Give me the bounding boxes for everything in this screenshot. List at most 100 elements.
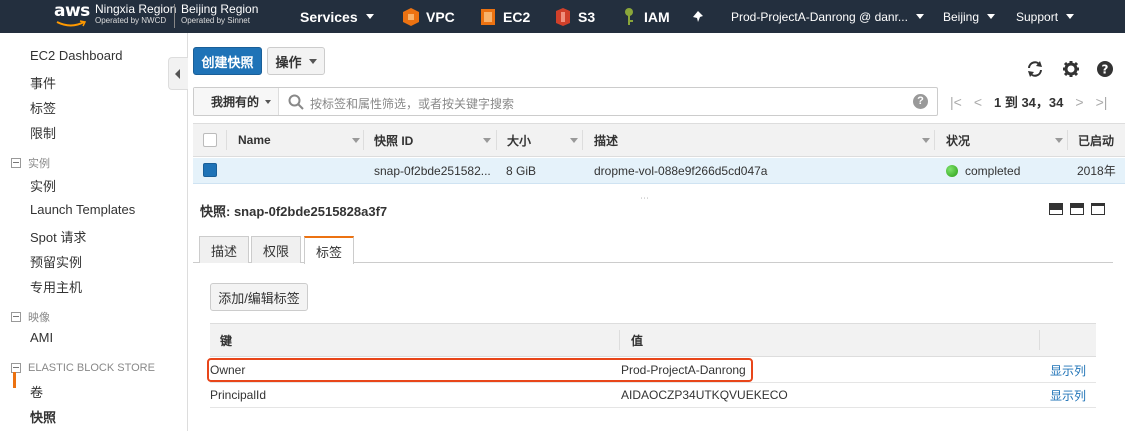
prev-page-button[interactable]: < <box>974 94 982 110</box>
column-header-status[interactable]: 状况 <box>946 124 970 156</box>
column-divider <box>496 130 497 150</box>
sidebar-item-snapshots[interactable]: 快照 <box>30 407 56 426</box>
column-divider <box>934 130 935 150</box>
sort-icon[interactable] <box>1055 138 1063 143</box>
support-menu[interactable]: Support <box>1016 0 1075 33</box>
sidebar-divider <box>187 33 188 431</box>
tab-tags[interactable]: 标签 <box>304 236 355 264</box>
sidebar-section-instances[interactable]: 实例 <box>11 155 50 171</box>
services-label: Services <box>300 8 358 25</box>
tab-permissions[interactable]: 权限 <box>251 236 302 263</box>
column-header-description[interactable]: 描述 <box>594 124 618 156</box>
layout-top-icon[interactable] <box>1091 203 1105 215</box>
select-all-checkbox[interactable] <box>203 133 217 147</box>
actions-label: 操作 <box>275 54 302 70</box>
collapse-icon <box>11 312 21 322</box>
column-divider <box>619 330 620 350</box>
column-header-value: 值 <box>631 333 644 348</box>
create-snapshot-button[interactable]: 创建快照 <box>193 47 262 75</box>
last-page-button[interactable]: >| <box>1096 94 1108 110</box>
add-edit-tags-button[interactable]: 添加/编辑标签 <box>210 283 308 311</box>
services-menu[interactable]: Services <box>300 0 374 33</box>
pin-icon <box>693 11 703 22</box>
sidebar-item-spot-requests[interactable]: Spot 请求 <box>30 227 86 246</box>
beijing-region-sub: Operated by Sinnet <box>181 16 250 25</box>
ec2-icon <box>481 8 495 25</box>
ec2-shortcut[interactable]: EC2 <box>479 0 530 33</box>
tag-value: AIDAOCZP34UTKQVUEKECO <box>621 388 788 402</box>
actions-button[interactable]: 操作 <box>267 47 325 75</box>
column-header-started[interactable]: 已启动 <box>1078 124 1114 156</box>
sidebar-item-launch-templates[interactable]: Launch Templates <box>30 202 135 217</box>
cell-started: 2018年 <box>1077 164 1116 178</box>
gear-icon[interactable] <box>1061 59 1081 79</box>
iam-shortcut[interactable]: IAM <box>620 0 670 33</box>
sidebar-item-tags[interactable]: 标签 <box>30 98 56 117</box>
account-menu[interactable]: Prod-ProjectA-Danrong @ danr... <box>731 0 924 33</box>
cell-description: dropme-vol-088e9f266d5cd047a <box>594 163 768 178</box>
ec2-label: EC2 <box>503 8 531 25</box>
panel-resize-handle[interactable]: ⋯ <box>640 193 651 204</box>
beijing-region-link[interactable]: Beijing Region Operated by Sinnet <box>181 3 258 27</box>
sidebar-item-volumes[interactable]: 卷 <box>30 382 43 401</box>
aws-logo[interactable]: aws <box>54 3 90 29</box>
ningxia-region-link[interactable]: Ningxia Region Operated by NWCD <box>95 3 176 27</box>
refresh-icon[interactable] <box>1025 59 1045 79</box>
top-navigation-bar: aws Ningxia Region Operated by NWCD Beij… <box>0 0 1125 33</box>
s3-label: S3 <box>578 8 596 25</box>
chevron-down-icon <box>915 14 924 19</box>
section-label: 映像 <box>28 312 50 324</box>
s3-icon <box>556 7 570 26</box>
sidebar: EC2 Dashboard 事件 标签 限制 实例 实例 Launch Temp… <box>0 33 166 431</box>
next-page-button[interactable]: > <box>1075 94 1083 110</box>
layout-bottom-icon[interactable] <box>1049 203 1063 215</box>
sort-icon[interactable] <box>483 138 491 143</box>
region-menu[interactable]: Beijing <box>943 0 996 33</box>
sort-icon[interactable] <box>570 138 578 143</box>
first-page-button[interactable]: |< <box>950 94 962 110</box>
help-icon[interactable]: ? <box>1095 59 1115 79</box>
sidebar-item-ec2-dashboard[interactable]: EC2 Dashboard <box>30 48 123 63</box>
sidebar-item-reserved-instances[interactable]: 预留实例 <box>30 252 82 271</box>
column-divider <box>1067 130 1068 150</box>
sidebar-section-images[interactable]: 映像 <box>11 309 50 325</box>
chevron-down-icon <box>308 58 317 64</box>
row-checkbox[interactable] <box>203 163 217 177</box>
pin-shortcuts-button[interactable] <box>692 0 705 33</box>
sort-icon[interactable] <box>352 138 360 143</box>
page-range-text: 1 到 34，34 <box>994 95 1064 110</box>
chevron-down-icon <box>265 99 272 104</box>
show-column-link[interactable]: 显示列 <box>1050 383 1086 407</box>
sidebar-item-events[interactable]: 事件 <box>30 73 56 92</box>
section-label: ELASTIC BLOCK STORE <box>28 362 155 374</box>
column-divider <box>363 130 364 150</box>
layout-split-icon[interactable] <box>1070 203 1084 215</box>
search-input[interactable]: 按标签和属性筛选，或者按关键字搜索 <box>310 95 514 112</box>
tag-key: PrincipalId <box>210 388 267 402</box>
cell-size: 8 GiB <box>506 163 537 178</box>
table-row[interactable]: snap-0f2bde251582... 8 GiB dropme-vol-08… <box>193 158 1125 184</box>
column-header-snapshot-id[interactable]: 快照 ID <box>374 124 413 156</box>
column-header-name[interactable]: Name <box>238 124 271 156</box>
owned-by-me-dropdown[interactable]: 我拥有的 <box>194 88 279 115</box>
sidebar-item-instances[interactable]: 实例 <box>30 176 56 195</box>
sidebar-section-ebs[interactable]: ELASTIC BLOCK STORE <box>11 362 155 374</box>
sidebar-collapse-button[interactable] <box>168 57 188 90</box>
detail-title: 快照: snap-0f2bde2515828a3f7 <box>200 204 388 219</box>
annotation-highlight-box <box>207 358 753 382</box>
sort-icon[interactable] <box>922 138 930 143</box>
s3-shortcut[interactable]: S3 <box>554 0 595 33</box>
filter-help-icon[interactable]: ? <box>913 94 928 109</box>
column-header-size[interactable]: 大小 <box>507 124 531 156</box>
sidebar-item-dedicated-hosts[interactable]: 专用主机 <box>30 277 82 296</box>
sidebar-item-limits[interactable]: 限制 <box>30 123 56 142</box>
sidebar-item-ami[interactable]: AMI <box>30 330 53 345</box>
show-column-link[interactable]: 显示列 <box>1050 358 1086 382</box>
filter-bar: 我拥有的 按标签和属性筛选，或者按关键字搜索 ? <box>193 87 938 116</box>
section-label: 实例 <box>28 158 50 170</box>
collapse-icon <box>11 158 21 168</box>
account-label: Prod-ProjectA-Danrong @ danr... <box>731 9 908 24</box>
vpc-shortcut[interactable]: VPC <box>402 0 455 33</box>
tag-row: PrincipalId AIDAOCZP34UTKQVUEKECO 显示列 <box>210 383 1096 408</box>
tab-description[interactable]: 描述 <box>199 236 250 263</box>
